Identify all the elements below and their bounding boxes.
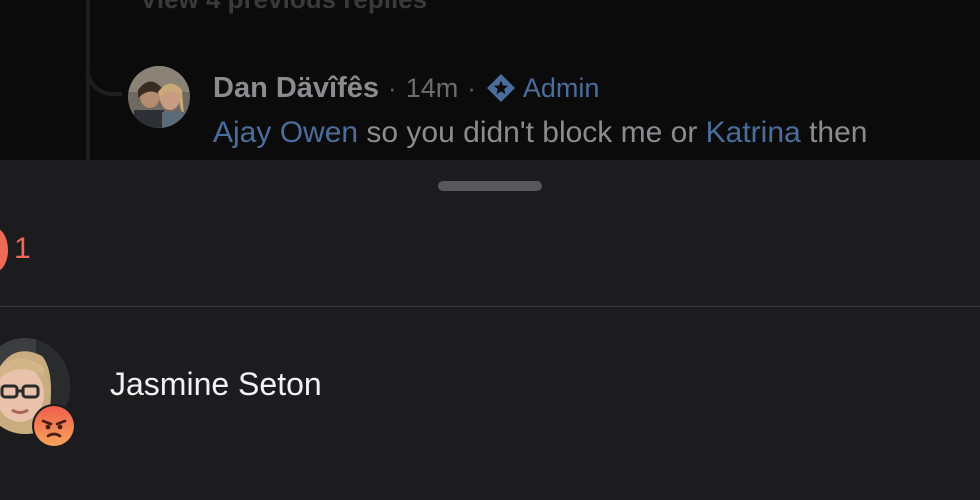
mention-link[interactable]: Ajay Owen <box>213 116 358 149</box>
comment-text: so you didn't block me or <box>358 116 706 149</box>
comment-text: then <box>800 116 868 149</box>
thread-connector <box>86 40 122 96</box>
avatar-photo <box>128 66 190 128</box>
reaction-count: 1 <box>14 232 31 265</box>
comment-author[interactable]: Dan Dävîfês <box>213 72 379 105</box>
comment-header: Dan Dävîfês · 14m · Admin <box>213 70 599 106</box>
screen: View 4 previous replies Dan Dävîfês · 14… <box>0 0 980 500</box>
reactor-name[interactable]: Jasmine Seton <box>110 366 322 403</box>
reactions-sheet: 1 Jasmine Seton <box>0 160 980 500</box>
separator-dot: · <box>388 72 397 103</box>
angry-reaction-icon <box>0 228 8 272</box>
reactor-list-item[interactable]: Jasmine Seton <box>0 330 980 450</box>
angry-reaction-badge <box>32 404 76 448</box>
commenter-avatar[interactable] <box>128 66 190 128</box>
sheet-grab-handle[interactable] <box>438 181 542 191</box>
previous-replies-link[interactable]: View 4 previous replies <box>140 0 427 15</box>
admin-star-icon <box>485 72 517 104</box>
admin-badge-label: Admin <box>522 72 600 103</box>
comment-timestamp: 14m <box>405 72 459 103</box>
tab-divider <box>0 306 980 307</box>
comment-body: Ajay Owen so you didn't block me or Katr… <box>213 116 867 150</box>
tab-angry-reactions[interactable]: 1 <box>0 216 31 363</box>
angry-reaction-icon <box>34 406 74 446</box>
mention-link[interactable]: Katrina <box>706 116 801 149</box>
comment-thread: View 4 previous replies Dan Dävîfês · 14… <box>0 0 980 160</box>
separator-dot: · <box>467 72 476 103</box>
